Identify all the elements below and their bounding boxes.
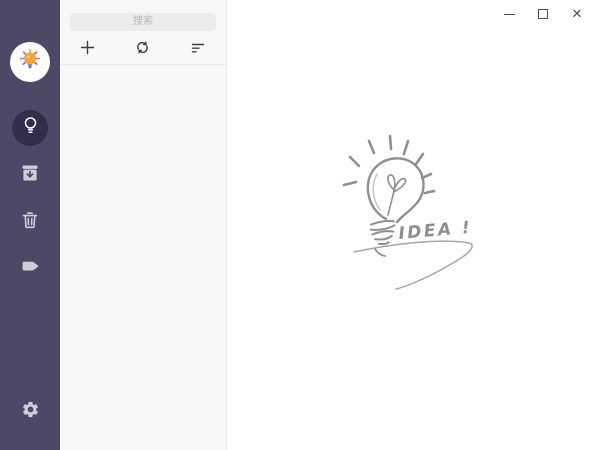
archive-icon	[21, 164, 39, 187]
search-bar	[60, 0, 226, 35]
gear-icon	[21, 400, 40, 424]
settings-button[interactable]	[12, 394, 48, 430]
close-icon: ✕	[571, 6, 583, 22]
sort-button[interactable]	[186, 37, 210, 61]
idea-sketch: IDEA !	[342, 134, 473, 290]
app-window: ✕	[0, 0, 600, 450]
sidebar-item-notes[interactable]	[12, 110, 48, 146]
trash-icon	[21, 211, 39, 234]
sidebar	[0, 0, 60, 450]
minimize-icon	[503, 13, 515, 15]
add-note-button[interactable]	[76, 37, 100, 61]
sort-icon	[191, 41, 205, 58]
lightbulb-emoji-icon	[16, 46, 44, 79]
main-content: ✕ IDEA !	[227, 0, 600, 450]
note-list[interactable]	[60, 65, 226, 450]
sidebar-item-trash[interactable]	[12, 204, 48, 240]
sync-button[interactable]	[131, 37, 155, 61]
close-button[interactable]: ✕	[560, 0, 594, 28]
lightbulb-icon	[21, 116, 40, 140]
sidebar-item-tags[interactable]	[12, 251, 48, 287]
minimize-button[interactable]	[492, 0, 526, 28]
maximize-icon	[538, 9, 548, 19]
sidebar-nav	[12, 110, 48, 298]
idea-caption: IDEA !	[398, 218, 473, 244]
maximize-button[interactable]	[526, 0, 560, 28]
plus-icon	[80, 40, 95, 58]
sidebar-item-archive[interactable]	[12, 157, 48, 193]
window-controls: ✕	[492, 0, 594, 28]
search-input[interactable]	[70, 12, 216, 31]
app-avatar[interactable]	[10, 42, 50, 82]
list-toolbar	[60, 35, 226, 65]
note-list-panel	[60, 0, 227, 450]
tag-icon	[21, 257, 40, 281]
sync-icon	[135, 40, 150, 58]
